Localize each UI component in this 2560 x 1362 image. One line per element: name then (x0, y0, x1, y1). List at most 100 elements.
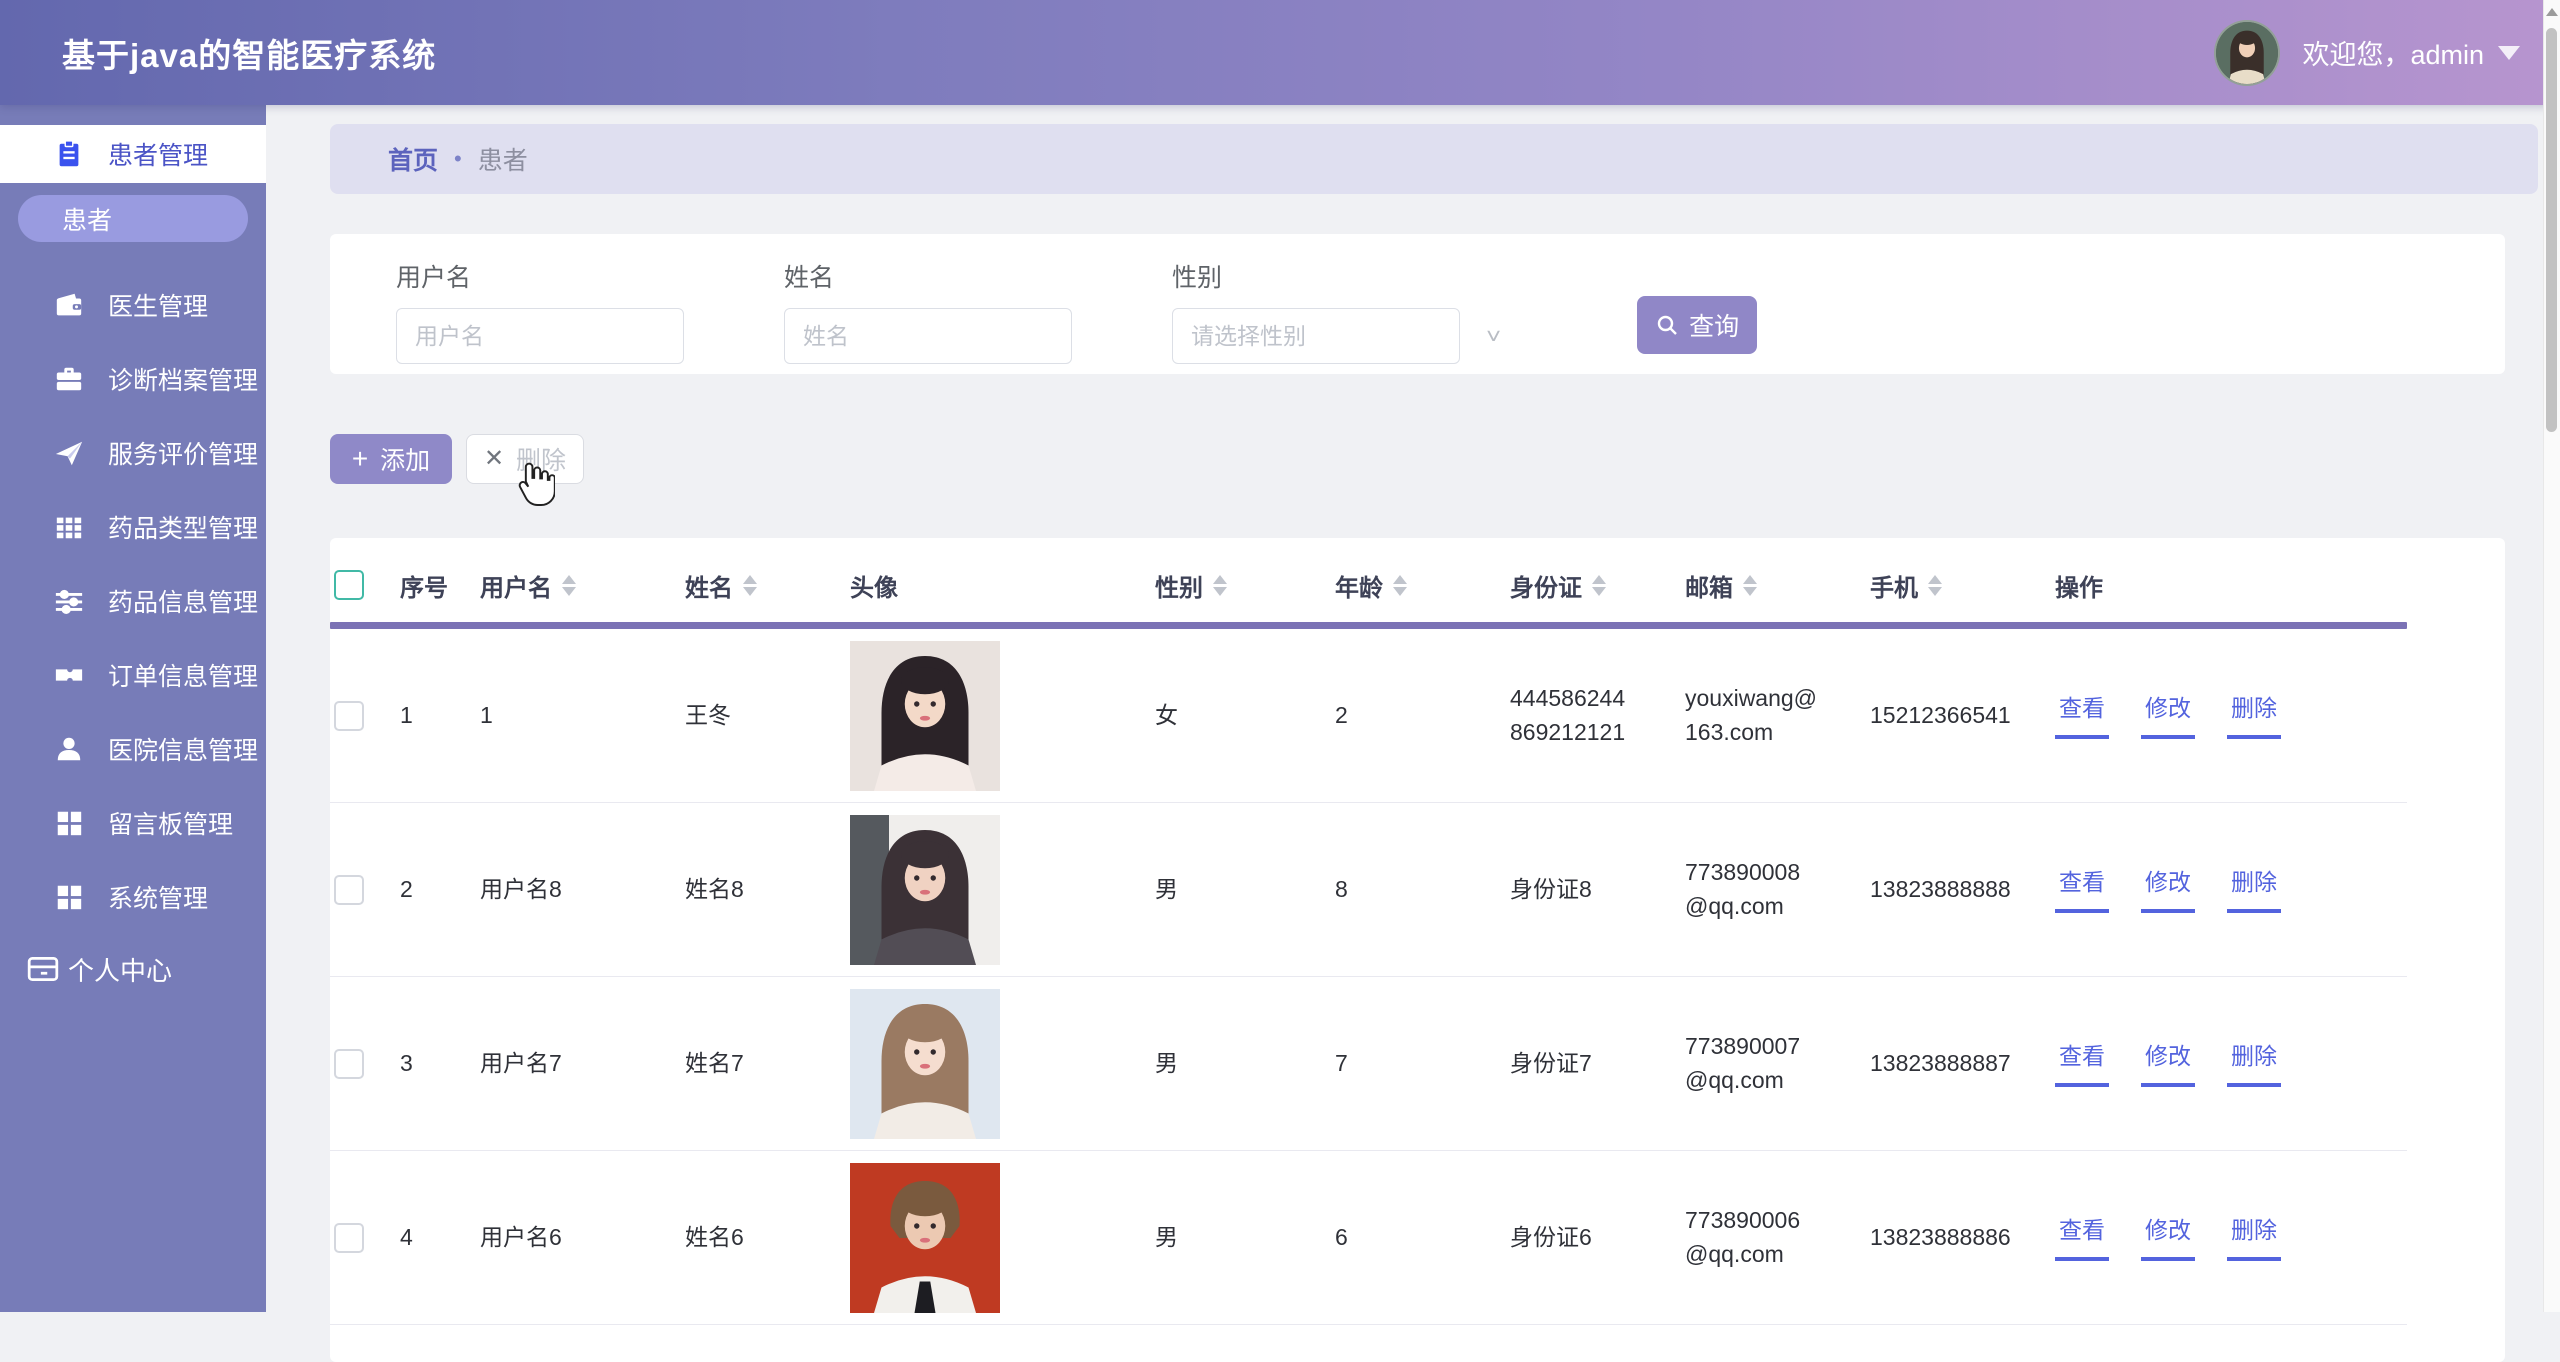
action-edit-link[interactable]: 修改 (2141, 692, 2195, 738)
sidebar-item-drug-info[interactable]: 药品信息管理 (0, 564, 266, 638)
sort-icon (1592, 575, 1606, 596)
action-edit-link[interactable]: 修改 (2141, 1040, 2195, 1086)
app-header: 基于java的智能医疗系统 欢迎您，admin (0, 0, 2560, 105)
welcome-text: 欢迎您，admin (2302, 33, 2484, 72)
column-header-username[interactable]: 用户名 (472, 568, 677, 603)
action-delete-link[interactable]: 删除 (2227, 1040, 2281, 1086)
action-view-link[interactable]: 查看 (2055, 1214, 2109, 1260)
breadcrumb-separator: • (454, 146, 462, 172)
sidebar-item-label: 医院信息管理 (108, 731, 258, 767)
chevron-down-icon[interactable]: ˅ (1486, 324, 1501, 349)
cell-index: 2 (392, 873, 472, 906)
patient-photo (850, 815, 1000, 965)
sidebar-item-service-evaluation[interactable]: 服务评价管理 (0, 416, 266, 490)
cell-index: 3 (392, 1047, 472, 1080)
action-delete-link[interactable]: 删除 (2227, 692, 2281, 738)
cell-username: 1 (472, 699, 677, 732)
table-header-row: 序号 用户名 姓名 头像 性别 年龄 身份证 邮箱 手机 操作 (330, 562, 2407, 608)
cell-username: 用户名8 (472, 873, 677, 906)
field-name: 姓名 (784, 258, 1072, 364)
close-icon: ✕ (484, 447, 504, 471)
sidebar-item-patient-management[interactable]: 患者管理 (0, 125, 266, 183)
sidebar-item-label: 服务评价管理 (108, 435, 258, 471)
cell-name: 姓名8 (677, 873, 842, 906)
add-button[interactable]: + 添加 (330, 434, 452, 484)
grid4-icon (52, 806, 86, 840)
row-checkbox[interactable] (334, 1049, 364, 1079)
cell-gender: 女 (1147, 699, 1327, 732)
clipboard-icon (52, 137, 86, 171)
user-menu[interactable]: 欢迎您，admin (2214, 20, 2520, 86)
gender-select[interactable] (1172, 308, 1460, 364)
cell-name: 姓名7 (677, 1047, 842, 1080)
patient-photo (850, 989, 1000, 1139)
sidebar-item-system-management[interactable]: 系统管理 (0, 860, 266, 934)
row-checkbox[interactable] (334, 701, 364, 731)
sidebar-item-drug-type[interactable]: 药品类型管理 (0, 490, 266, 564)
sidebar-item-message-board[interactable]: 留言板管理 (0, 786, 266, 860)
grid4-icon (52, 880, 86, 914)
row-actions: 查看修改删除 (2055, 1214, 2407, 1260)
row-checkbox[interactable] (334, 875, 364, 905)
sidebar-item-diagnosis-archive[interactable]: 诊断档案管理 (0, 342, 266, 416)
cell-email: 773890008@qq.com (1677, 856, 1862, 923)
sliders-icon (52, 584, 86, 618)
sort-icon (1928, 575, 1942, 596)
sidebar-item-hospital-info[interactable]: 医院信息管理 (0, 712, 266, 786)
row-checkbox[interactable] (334, 1223, 364, 1253)
cell-email: 773890006@qq.com (1677, 1204, 1862, 1271)
patient-photo (850, 641, 1000, 791)
cell-username: 用户名6 (472, 1221, 677, 1254)
vertical-scrollbar[interactable] (2543, 0, 2560, 1312)
action-edit-link[interactable]: 修改 (2141, 1214, 2195, 1260)
breadcrumb-current: 患者 (478, 141, 528, 177)
action-view-link[interactable]: 查看 (2055, 692, 2109, 738)
cell-email: 773890007@qq.com (1677, 1030, 1862, 1097)
table-row: 4 用户名6 姓名6 男 6 身份证6 773890006@qq.com 138… (330, 1151, 2407, 1325)
sidebar-item-label: 留言板管理 (108, 805, 233, 841)
cell-email: youxiwang@163.com (1677, 682, 1862, 749)
field-gender: 性别 ˅ (1172, 258, 1501, 364)
toolbar: + 添加 ✕ 删除 (330, 434, 2505, 484)
sidebar-item-doctor-management[interactable]: 医生管理 (0, 268, 266, 342)
column-header-phone[interactable]: 手机 (1862, 568, 2047, 603)
cell-age: 7 (1327, 1047, 1502, 1080)
table-body: 1 1 王冬 女 2 444586244869212121 youxiwang@… (330, 629, 2505, 1325)
sidebar-item-order-info[interactable]: 订单信息管理 (0, 638, 266, 712)
column-header-idcard[interactable]: 身份证 (1502, 568, 1677, 603)
user-icon (52, 732, 86, 766)
scrollbar-thumb[interactable] (2546, 28, 2557, 432)
cell-phone: 13823888886 (1862, 1221, 2047, 1254)
user-avatar[interactable] (2214, 20, 2280, 86)
avatar-portrait-icon (2216, 22, 2278, 84)
query-button[interactable]: 查询 (1637, 296, 1757, 354)
plus-icon: + (352, 445, 368, 473)
name-input[interactable] (784, 308, 1072, 364)
action-edit-link[interactable]: 修改 (2141, 866, 2195, 912)
sidebar-item-label: 药品类型管理 (108, 509, 258, 545)
select-all-checkbox[interactable] (334, 570, 364, 600)
column-header-age[interactable]: 年龄 (1327, 568, 1502, 603)
scroll-up-icon[interactable] (2546, 8, 2558, 16)
action-delete-link[interactable]: 删除 (2227, 866, 2281, 912)
grid9-icon (52, 510, 86, 544)
cell-age: 6 (1327, 1221, 1502, 1254)
sidebar-item-personal-center[interactable]: 个人中心 (0, 934, 266, 1004)
sort-icon (1213, 575, 1227, 596)
query-button-label: 查询 (1689, 307, 1739, 343)
chevron-down-icon[interactable] (2498, 46, 2520, 60)
sidebar-subitem-patient[interactable]: 患者 (18, 195, 248, 242)
row-actions: 查看修改删除 (2055, 1040, 2407, 1086)
cell-age: 2 (1327, 699, 1502, 732)
breadcrumb-home[interactable]: 首页 (388, 141, 438, 177)
column-header-name[interactable]: 姓名 (677, 568, 842, 603)
field-username: 用户名 (396, 258, 684, 364)
action-delete-link[interactable]: 删除 (2227, 1214, 2281, 1260)
action-view-link[interactable]: 查看 (2055, 1040, 2109, 1086)
column-header-email[interactable]: 邮箱 (1677, 568, 1862, 603)
action-view-link[interactable]: 查看 (2055, 866, 2109, 912)
delete-button[interactable]: ✕ 删除 (466, 434, 584, 484)
username-input[interactable] (396, 308, 684, 364)
column-header-avatar: 头像 (842, 568, 1147, 603)
column-header-gender[interactable]: 性别 (1147, 568, 1327, 603)
